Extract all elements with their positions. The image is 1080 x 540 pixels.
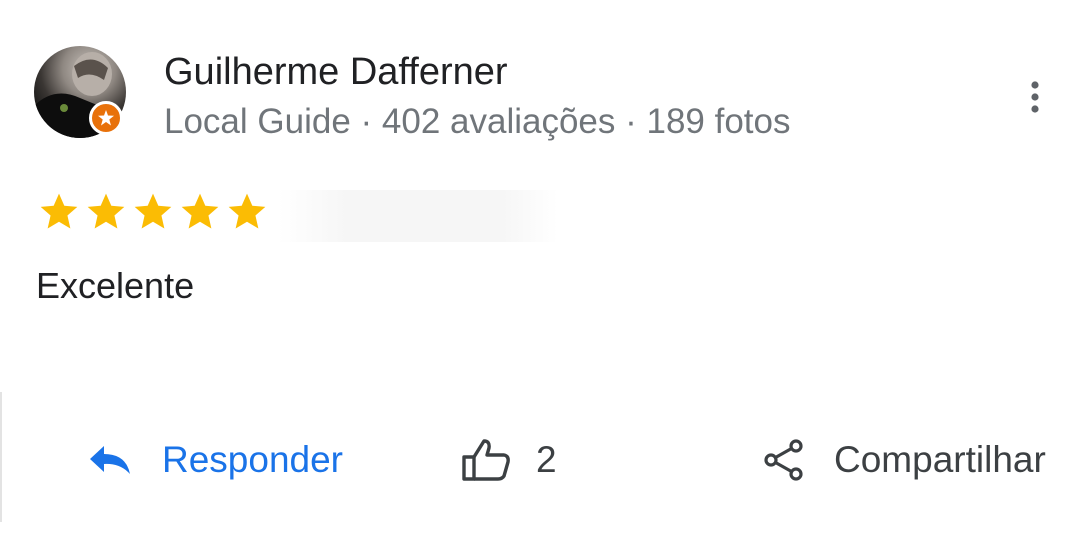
star-icon — [228, 193, 266, 229]
reply-arrow-icon — [90, 446, 130, 474]
review-text: Excelente — [36, 265, 195, 306]
reply-button[interactable]: Responder — [88, 432, 343, 488]
star-icon — [181, 193, 219, 229]
rating-date-placeholder — [278, 190, 558, 242]
star-icon — [87, 193, 125, 229]
more-options-button[interactable] — [1018, 74, 1052, 120]
card-edge-divider — [0, 392, 2, 522]
reviewer-name[interactable]: Guilherme Dafferner — [164, 50, 508, 94]
local-guide-badge-icon — [89, 101, 123, 135]
share-icon — [764, 439, 803, 481]
star-icon — [40, 193, 78, 229]
star-icon — [134, 193, 172, 229]
star-rating — [36, 190, 271, 234]
share-button[interactable]: Compartilhar — [762, 432, 1046, 488]
share-label: Compartilhar — [834, 439, 1046, 480]
reviewer-meta: Local Guide · 402 avaliações · 189 fotos — [164, 102, 791, 141]
thumbs-up-icon — [462, 439, 510, 481]
reply-label: Responder — [162, 439, 344, 480]
like-button[interactable]: 2 — [460, 432, 557, 488]
more-vertical-icon — [1031, 81, 1039, 113]
like-count: 2 — [536, 439, 557, 480]
review-card: Guilherme Dafferner Local Guide · 402 av… — [0, 0, 1080, 540]
